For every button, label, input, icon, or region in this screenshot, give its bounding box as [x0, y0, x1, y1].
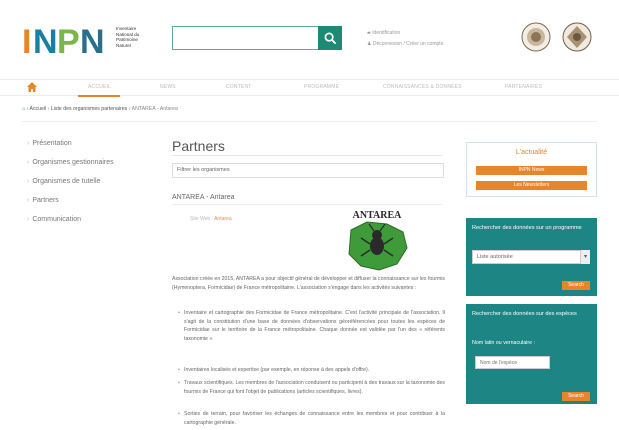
nav-item-home[interactable]: ACCUEIL: [88, 84, 111, 90]
divider: [172, 204, 442, 205]
programme-search-button[interactable]: Search: [562, 281, 590, 290]
register-label: Déconnexion / Créer un compte: [372, 41, 444, 47]
sidebar-item-label: Organismes gestionnaires: [32, 159, 114, 166]
organism-filter-select[interactable]: Filtrer les organismes: [172, 163, 444, 178]
breadcrumb: ⌂ › Accueil › Liste des organismes parte…: [22, 106, 178, 112]
breadcrumb-home[interactable]: Accueil: [29, 106, 46, 112]
sidebar-item-communication[interactable]: › Communication: [27, 216, 81, 223]
svg-text:I: I: [22, 23, 31, 58]
antarea-logo: ANTAREA: [337, 208, 417, 274]
search-button[interactable]: [318, 26, 342, 50]
species-search-panel: [466, 304, 597, 404]
nav-item-content[interactable]: CONTENT: [226, 84, 252, 90]
species-search-button[interactable]: Search: [562, 392, 590, 401]
sidebar-item-supervisors[interactable]: › Organismes de tutelle: [27, 178, 100, 185]
login-link[interactable]: ▰ Identification: [367, 28, 443, 39]
museum-seal-icon[interactable]: [562, 22, 592, 52]
chevron-down-icon[interactable]: ▾: [580, 250, 590, 264]
svg-text:P: P: [57, 23, 80, 58]
home-icon[interactable]: ⌂: [22, 106, 25, 112]
divider: [172, 155, 442, 156]
newsletters-button[interactable]: Les Newsletters: [476, 181, 587, 190]
intro-paragraph: Association créée en 2015, ANTAREA a pou…: [172, 276, 445, 291]
inpn-logo[interactable]: I N P N: [22, 22, 112, 61]
search-icon: [324, 32, 336, 44]
list-item: Inventaires localisés et expertise (par …: [178, 366, 445, 375]
sidebar-item-label: Partners: [32, 197, 59, 204]
page-title: Partners: [172, 138, 225, 154]
nav-item-partners[interactable]: PARTENAIRES: [505, 84, 542, 90]
sidebar-item-label: Organismes de tutelle: [32, 178, 101, 185]
website-line: Site Web : Antarea: [190, 216, 232, 222]
list-item: Sorties de terrain, pour favoriser les é…: [178, 410, 445, 427]
programme-select[interactable]: Liste autorisée: [472, 250, 590, 264]
nav-item-news[interactable]: NEWS: [160, 84, 176, 90]
chevron-right-icon: ›: [27, 178, 30, 185]
sidebar-item-managers[interactable]: › Organismes gestionnaires: [27, 159, 114, 166]
active-nav-indicator: [78, 95, 120, 97]
breadcrumb-partner-list[interactable]: Liste des organismes partenaires: [51, 106, 127, 112]
sidebar-item-label: Présentation: [32, 140, 72, 147]
chevron-right-icon: ›: [27, 159, 30, 166]
svg-text:N: N: [80, 23, 105, 58]
divider: [22, 121, 597, 122]
chevron-right-icon: ›: [27, 140, 30, 147]
svg-text:N: N: [33, 23, 58, 58]
species-search-label: Rechercher des données sur des espèces: [472, 311, 577, 317]
news-title: L'actualité: [515, 149, 548, 156]
chevron-right-icon: ›: [27, 216, 30, 223]
logo-caption: Inventaire National du Patrimoine Nature…: [116, 26, 168, 48]
login-label: Identification: [372, 30, 401, 36]
species-name-input[interactable]: [475, 356, 550, 369]
nav-item-programme[interactable]: PROGRAMME: [304, 84, 339, 90]
programme-search-label: Rechercher des données sur un programme: [472, 225, 582, 231]
home-icon[interactable]: [26, 81, 38, 93]
nav-item-knowledge[interactable]: CONNAISSANCES & DONNÉES: [383, 84, 462, 90]
account-links: ▰ Identification ♟ Déconnexion / Créer u…: [367, 28, 443, 50]
sidebar-item-presentation[interactable]: › Présentation: [27, 140, 72, 147]
sidebar-item-partners[interactable]: › Partners: [27, 197, 59, 204]
logo-line: Naturel: [116, 42, 131, 48]
list-item: Inventaire et cartographie des Formicida…: [178, 309, 445, 343]
register-link[interactable]: ♟ Déconnexion / Créer un compte: [367, 39, 443, 50]
organism-name: ANTAREA - Antarea: [172, 194, 235, 201]
breadcrumb-current: ANTAREA - Antarea: [131, 106, 178, 112]
antarea-wordmark: ANTAREA: [353, 210, 402, 221]
list-item: Travaux scientifiques. Les membres de l'…: [178, 379, 445, 396]
website-link[interactable]: Antarea: [214, 216, 232, 222]
inpn-news-button[interactable]: INPN News: [476, 166, 587, 175]
search-input[interactable]: [172, 26, 320, 50]
chevron-right-icon: ›: [27, 197, 30, 204]
sidebar-item-label: Communication: [32, 216, 81, 223]
ministry-seal-icon[interactable]: [521, 22, 551, 52]
website-label: Site Web :: [190, 216, 215, 222]
species-name-label: Nom latin ou vernaculaire :: [472, 340, 536, 346]
